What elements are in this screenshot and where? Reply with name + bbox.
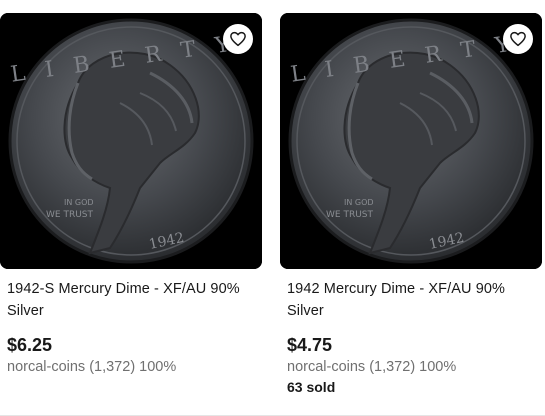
listing-image[interactable]: LIBERTY IN GOD WE TRUST 1942 (280, 13, 542, 269)
coin-motto-1: IN GOD (64, 198, 94, 207)
listing-card[interactable]: LIBERTY IN GOD WE TRUST 1942 1942 Mercur… (280, 13, 542, 396)
coin-photo: LIBERTY IN GOD WE TRUST 1942 (280, 13, 542, 269)
watch-button[interactable] (223, 24, 253, 54)
seller-info: norcal-coins (1,372) 100% (287, 359, 457, 375)
watch-button[interactable] (503, 24, 533, 54)
coin-motto-2: WE TRUST (326, 210, 373, 220)
listing-price: $4.75 (287, 335, 333, 355)
seller-info: norcal-coins (1,372) 100% (7, 359, 177, 375)
listing-price: $6.25 (7, 335, 53, 355)
listing-title[interactable]: 1942-S Mercury Dime - XF/AU 90% Silver (7, 278, 254, 322)
coin-motto-2: WE TRUST (46, 210, 93, 220)
listing-title[interactable]: 1942 Mercury Dime - XF/AU 90% Silver (287, 278, 534, 322)
sold-count: 63 sold (287, 379, 336, 395)
coin-motto-1: IN GOD (344, 198, 374, 207)
listing-image[interactable]: LIBERTY IN GOD WE TRUST 1942 (0, 13, 262, 269)
heart-icon (510, 31, 526, 47)
listing-card[interactable]: LIBERTY IN GOD WE TRUST 1942 1942-S Merc… (0, 13, 262, 376)
coin-photo: LIBERTY IN GOD WE TRUST 1942 (0, 13, 262, 269)
heart-icon (230, 31, 246, 47)
